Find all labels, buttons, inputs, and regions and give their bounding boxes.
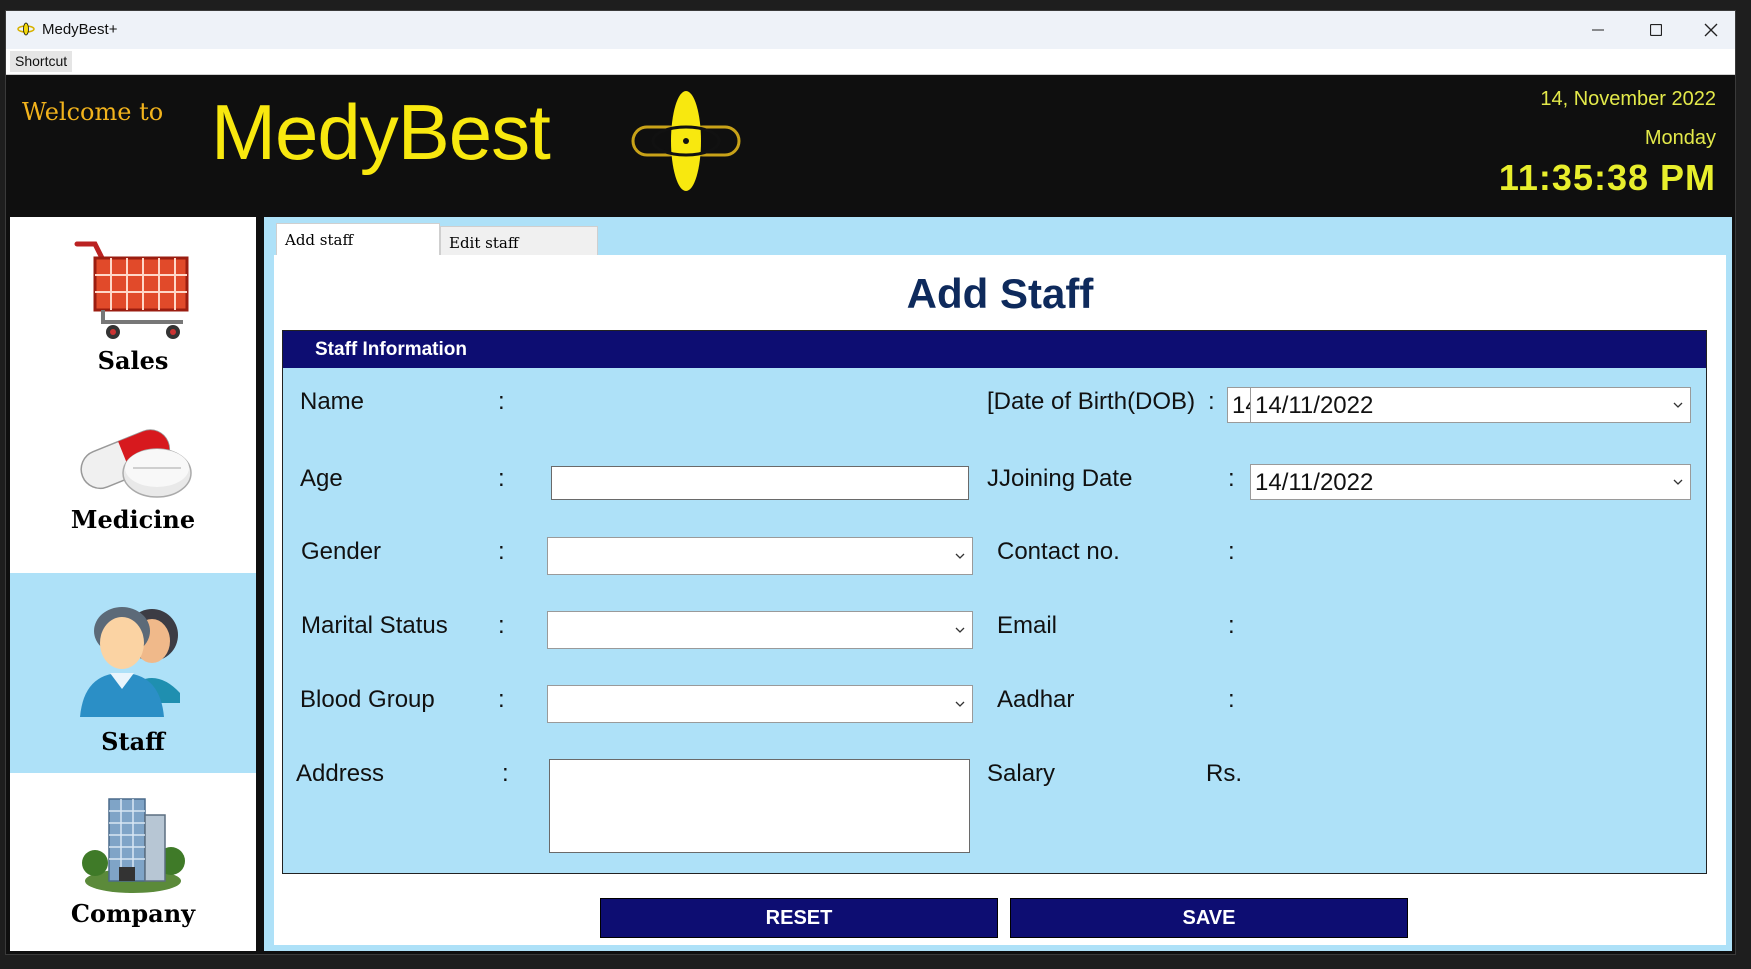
aadhar-label: Aadhar xyxy=(997,686,1075,713)
colon: : xyxy=(498,388,505,415)
age-input[interactable] xyxy=(551,466,969,500)
colon: : xyxy=(1208,388,1215,415)
joining-date-picker[interactable]: 14/11/2022 xyxy=(1250,464,1691,500)
chevron-down-icon xyxy=(1673,479,1683,485)
sidebar-item-staff[interactable]: Staff xyxy=(10,573,256,773)
building-icon xyxy=(82,798,185,893)
page-title: Add Staff xyxy=(906,270,1094,317)
dob-value: 14/11/2022 xyxy=(1255,392,1374,419)
window-title: MedyBest+ xyxy=(42,21,118,38)
age-label: Age xyxy=(300,465,343,492)
sidebar-item-label: Company xyxy=(70,899,196,928)
sidebar-item-medicine[interactable]: Medicine xyxy=(10,395,256,573)
current-time: 11:35:38 PM xyxy=(1498,157,1716,198)
pills-icon xyxy=(80,429,192,498)
app-logo-icon xyxy=(17,22,35,36)
colon: : xyxy=(1228,538,1235,565)
blood-group-label: Blood Group xyxy=(300,686,435,713)
name-label: Name xyxy=(300,388,365,415)
minimize-button[interactable] xyxy=(1569,11,1627,49)
marital-status-label: Marital Status xyxy=(301,612,448,639)
staff-people-icon xyxy=(80,607,180,717)
sidebar-item-label: Medicine xyxy=(70,505,196,534)
background-window-edge xyxy=(1736,110,1751,310)
staff-content: Add staff Edit staff Add Staff Staff Inf… xyxy=(264,217,1732,951)
menu-shortcut[interactable]: Shortcut xyxy=(10,51,73,72)
sidebar-item-label: Staff xyxy=(101,727,165,756)
email-label: Email xyxy=(997,612,1058,639)
save-button[interactable]: SAVE xyxy=(1010,898,1408,938)
reset-button[interactable]: RESET xyxy=(600,898,998,938)
close-icon xyxy=(1704,23,1718,37)
dob-overlap-text: 14 xyxy=(1227,387,1259,423)
gender-select[interactable] xyxy=(547,537,973,575)
app-window: MedyBest+ Shortcut Welcome to MedyBest 1… xyxy=(5,10,1736,955)
colon: : xyxy=(1228,465,1235,492)
colon: : xyxy=(1228,612,1235,639)
joining-date-label: JJoining Date xyxy=(987,465,1133,492)
dob-date-picker[interactable]: 14/11/2022 xyxy=(1250,387,1691,423)
colon: : xyxy=(498,686,505,713)
salary-label: Salary xyxy=(987,760,1056,787)
minimize-icon xyxy=(1592,29,1604,31)
sidebar-item-company[interactable]: Company xyxy=(10,773,256,951)
gender-label: Gender xyxy=(301,538,382,565)
current-date: 14, November 2022 xyxy=(1540,88,1716,110)
marital-status-select[interactable] xyxy=(547,611,973,649)
colon: : xyxy=(502,760,509,787)
sidebar-item-label: Sales xyxy=(97,346,169,375)
medybest-logo-icon xyxy=(631,91,741,191)
staff-information-section: Staff Information Name : Age : Gender : … xyxy=(282,330,1707,874)
chevron-down-icon xyxy=(955,701,965,707)
tab-add-staff[interactable]: Add staff xyxy=(276,223,440,256)
maximize-button[interactable] xyxy=(1627,11,1685,49)
colon: : xyxy=(498,465,505,492)
section-header: Staff Information xyxy=(283,331,1706,368)
colon: : xyxy=(1228,686,1235,713)
joining-date-value: 14/11/2022 xyxy=(1255,469,1374,496)
chevron-down-icon xyxy=(955,627,965,633)
contact-label: Contact no. xyxy=(997,538,1120,565)
welcome-text: Welcome to xyxy=(22,98,164,126)
shopping-cart-icon xyxy=(74,241,189,339)
colon: : xyxy=(498,538,505,565)
chevron-down-icon xyxy=(955,553,965,559)
blood-group-select[interactable] xyxy=(547,685,973,723)
current-day: Monday xyxy=(1644,127,1716,149)
maximize-icon xyxy=(1650,24,1662,36)
close-button[interactable] xyxy=(1682,11,1740,49)
address-label: Address xyxy=(296,760,385,787)
add-staff-panel: Add Staff Staff Information Name : Age :… xyxy=(274,255,1726,945)
colon: : xyxy=(498,612,505,639)
chevron-down-icon xyxy=(1673,402,1683,408)
dob-label: [Date of Birth(DOB) xyxy=(987,388,1196,415)
address-textarea[interactable] xyxy=(549,759,970,853)
sidebar: Sales Medicine Staff Company xyxy=(10,217,256,951)
tab-edit-staff[interactable]: Edit staff xyxy=(440,226,598,256)
menu-bar: Shortcut xyxy=(6,49,1735,75)
sidebar-item-sales[interactable]: Sales xyxy=(10,217,256,395)
brand-name: MedyBest xyxy=(211,88,551,176)
app-header: Welcome to MedyBest 14, November 2022 Mo… xyxy=(6,76,1735,198)
salary-currency: Rs. xyxy=(1206,760,1242,787)
title-bar: MedyBest+ xyxy=(6,11,1735,49)
